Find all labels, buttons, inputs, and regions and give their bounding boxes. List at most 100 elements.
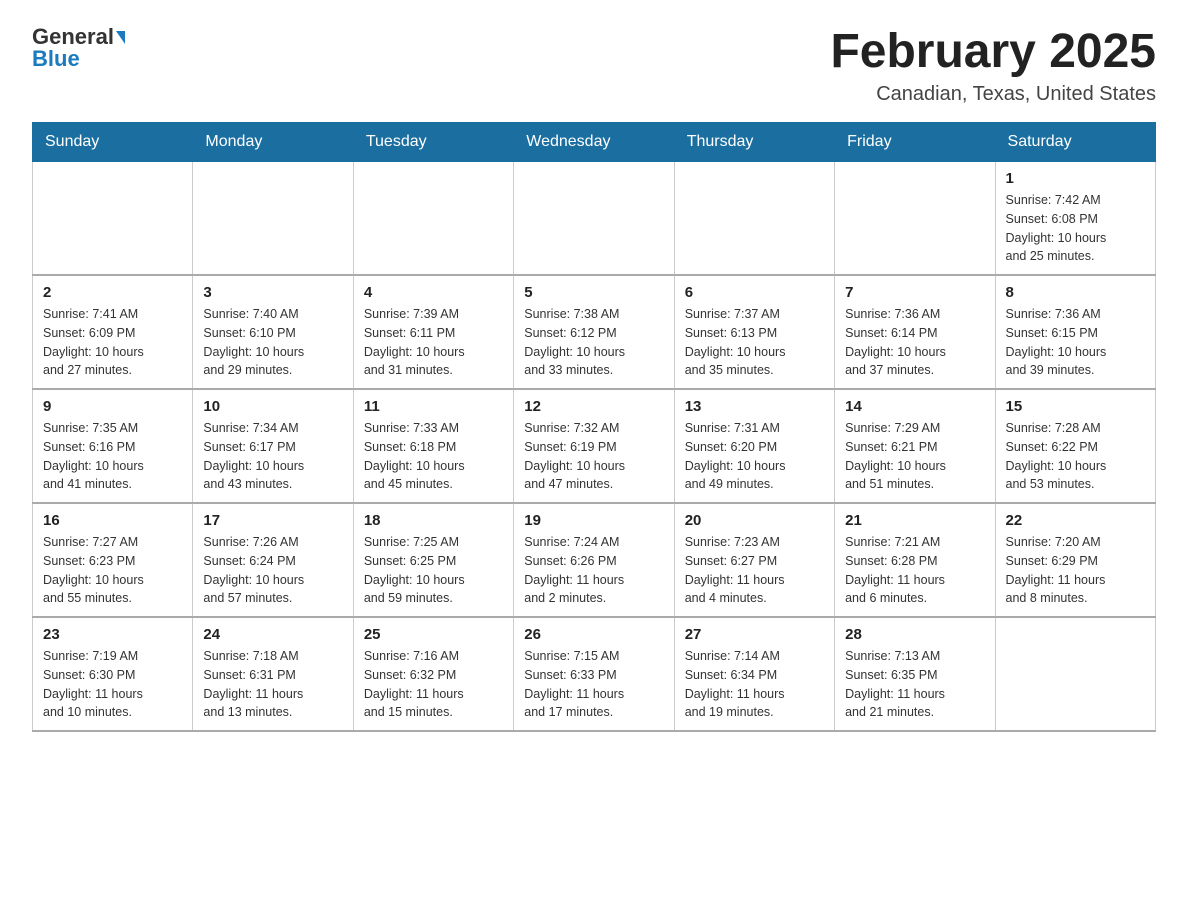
calendar-cell: 22 Sunrise: 7:20 AM Sunset: 6:29 PM Dayli… xyxy=(995,503,1155,617)
calendar-cell: 6 Sunrise: 7:37 AM Sunset: 6:13 PM Daylig… xyxy=(674,275,834,389)
day-number: 8 xyxy=(1006,284,1145,301)
day-info: Sunrise: 7:32 AM Sunset: 6:19 PM Dayligh… xyxy=(524,419,663,494)
logo: General Blue xyxy=(32,24,125,72)
day-info: Sunrise: 7:42 AM Sunset: 6:08 PM Dayligh… xyxy=(1006,191,1145,266)
calendar-cell: 26 Sunrise: 7:15 AM Sunset: 6:33 PM Dayli… xyxy=(514,617,674,731)
day-number: 7 xyxy=(845,284,984,301)
calendar-cell: 15 Sunrise: 7:28 AM Sunset: 6:22 PM Dayli… xyxy=(995,389,1155,503)
header-day-wednesday: Wednesday xyxy=(514,123,674,162)
day-info: Sunrise: 7:36 AM Sunset: 6:14 PM Dayligh… xyxy=(845,305,984,380)
calendar-cell: 16 Sunrise: 7:27 AM Sunset: 6:23 PM Dayli… xyxy=(33,503,193,617)
day-number: 27 xyxy=(685,626,824,643)
calendar-cell: 9 Sunrise: 7:35 AM Sunset: 6:16 PM Daylig… xyxy=(33,389,193,503)
calendar-cell xyxy=(995,617,1155,731)
day-info: Sunrise: 7:25 AM Sunset: 6:25 PM Dayligh… xyxy=(364,533,503,608)
header-day-thursday: Thursday xyxy=(674,123,834,162)
day-number: 26 xyxy=(524,626,663,643)
page-header: General Blue February 2025 Canadian, Tex… xyxy=(32,24,1156,106)
day-number: 25 xyxy=(364,626,503,643)
calendar-cell: 2 Sunrise: 7:41 AM Sunset: 6:09 PM Daylig… xyxy=(33,275,193,389)
day-info: Sunrise: 7:41 AM Sunset: 6:09 PM Dayligh… xyxy=(43,305,182,380)
calendar-cell: 28 Sunrise: 7:13 AM Sunset: 6:35 PM Dayli… xyxy=(835,617,995,731)
calendar-cell: 11Sunrise: 7:33 AM Sunset: 6:18 PM Dayli… xyxy=(353,389,513,503)
day-number: 14 xyxy=(845,398,984,415)
day-number: 23 xyxy=(43,626,182,643)
calendar-cell: 24Sunrise: 7:18 AM Sunset: 6:31 PM Dayli… xyxy=(193,617,353,731)
calendar-cell: 1 Sunrise: 7:42 AM Sunset: 6:08 PM Daylig… xyxy=(995,162,1155,276)
day-number: 15 xyxy=(1006,398,1145,415)
day-number: 10 xyxy=(203,398,342,415)
day-number: 22 xyxy=(1006,512,1145,529)
calendar-week-4: 16 Sunrise: 7:27 AM Sunset: 6:23 PM Dayli… xyxy=(33,503,1156,617)
day-number: 9 xyxy=(43,398,182,415)
day-number: 13 xyxy=(685,398,824,415)
calendar-cell: 3 Sunrise: 7:40 AM Sunset: 6:10 PM Daylig… xyxy=(193,275,353,389)
calendar-cell: 12Sunrise: 7:32 AM Sunset: 6:19 PM Dayli… xyxy=(514,389,674,503)
day-info: Sunrise: 7:38 AM Sunset: 6:12 PM Dayligh… xyxy=(524,305,663,380)
page-subtitle: Canadian, Texas, United States xyxy=(830,83,1156,106)
header-day-saturday: Saturday xyxy=(995,123,1155,162)
day-info: Sunrise: 7:35 AM Sunset: 6:16 PM Dayligh… xyxy=(43,419,182,494)
day-number: 16 xyxy=(43,512,182,529)
day-info: Sunrise: 7:19 AM Sunset: 6:30 PM Dayligh… xyxy=(43,647,182,722)
day-info: Sunrise: 7:26 AM Sunset: 6:24 PM Dayligh… xyxy=(203,533,342,608)
calendar-cell: 4 Sunrise: 7:39 AM Sunset: 6:11 PM Daylig… xyxy=(353,275,513,389)
day-number: 4 xyxy=(364,284,503,301)
calendar-cell: 21 Sunrise: 7:21 AM Sunset: 6:28 PM Dayli… xyxy=(835,503,995,617)
day-info: Sunrise: 7:20 AM Sunset: 6:29 PM Dayligh… xyxy=(1006,533,1145,608)
day-number: 21 xyxy=(845,512,984,529)
day-info: Sunrise: 7:34 AM Sunset: 6:17 PM Dayligh… xyxy=(203,419,342,494)
day-number: 3 xyxy=(203,284,342,301)
header-day-sunday: Sunday xyxy=(33,123,193,162)
day-number: 24 xyxy=(203,626,342,643)
day-number: 28 xyxy=(845,626,984,643)
header-day-monday: Monday xyxy=(193,123,353,162)
calendar-cell: 10 Sunrise: 7:34 AM Sunset: 6:17 PM Dayli… xyxy=(193,389,353,503)
calendar-table: SundayMondayTuesdayWednesdayThursdayFrid… xyxy=(32,122,1156,732)
calendar-cell: 14 Sunrise: 7:29 AM Sunset: 6:21 PM Dayli… xyxy=(835,389,995,503)
title-section: February 2025 Canadian, Texas, United St… xyxy=(830,24,1156,106)
day-number: 5 xyxy=(524,284,663,301)
day-info: Sunrise: 7:31 AM Sunset: 6:20 PM Dayligh… xyxy=(685,419,824,494)
calendar-cell: 18 Sunrise: 7:25 AM Sunset: 6:25 PM Dayli… xyxy=(353,503,513,617)
calendar-cell xyxy=(514,162,674,276)
calendar-week-1: 1 Sunrise: 7:42 AM Sunset: 6:08 PM Daylig… xyxy=(33,162,1156,276)
day-info: Sunrise: 7:21 AM Sunset: 6:28 PM Dayligh… xyxy=(845,533,984,608)
day-number: 17 xyxy=(203,512,342,529)
calendar-cell: 13 Sunrise: 7:31 AM Sunset: 6:20 PM Dayli… xyxy=(674,389,834,503)
calendar-cell xyxy=(674,162,834,276)
calendar-cell xyxy=(835,162,995,276)
day-number: 20 xyxy=(685,512,824,529)
calendar-cell xyxy=(193,162,353,276)
day-number: 19 xyxy=(524,512,663,529)
calendar-cell: 17 Sunrise: 7:26 AM Sunset: 6:24 PM Dayli… xyxy=(193,503,353,617)
calendar-cell: 8Sunrise: 7:36 AM Sunset: 6:15 PM Daylig… xyxy=(995,275,1155,389)
header-day-tuesday: Tuesday xyxy=(353,123,513,162)
day-info: Sunrise: 7:15 AM Sunset: 6:33 PM Dayligh… xyxy=(524,647,663,722)
day-number: 2 xyxy=(43,284,182,301)
calendar-cell: 20Sunrise: 7:23 AM Sunset: 6:27 PM Dayli… xyxy=(674,503,834,617)
day-number: 6 xyxy=(685,284,824,301)
calendar-cell: 23 Sunrise: 7:19 AM Sunset: 6:30 PM Dayli… xyxy=(33,617,193,731)
day-info: Sunrise: 7:27 AM Sunset: 6:23 PM Dayligh… xyxy=(43,533,182,608)
day-info: Sunrise: 7:13 AM Sunset: 6:35 PM Dayligh… xyxy=(845,647,984,722)
day-info: Sunrise: 7:28 AM Sunset: 6:22 PM Dayligh… xyxy=(1006,419,1145,494)
calendar-cell: 27 Sunrise: 7:14 AM Sunset: 6:34 PM Dayli… xyxy=(674,617,834,731)
calendar-cell: 19 Sunrise: 7:24 AM Sunset: 6:26 PM Dayli… xyxy=(514,503,674,617)
calendar-cell: 25Sunrise: 7:16 AM Sunset: 6:32 PM Dayli… xyxy=(353,617,513,731)
calendar-cell: 7 Sunrise: 7:36 AM Sunset: 6:14 PM Daylig… xyxy=(835,275,995,389)
page-title: February 2025 xyxy=(830,24,1156,79)
day-number: 18 xyxy=(364,512,503,529)
day-info: Sunrise: 7:40 AM Sunset: 6:10 PM Dayligh… xyxy=(203,305,342,380)
calendar-week-5: 23 Sunrise: 7:19 AM Sunset: 6:30 PM Dayli… xyxy=(33,617,1156,731)
day-info: Sunrise: 7:37 AM Sunset: 6:13 PM Dayligh… xyxy=(685,305,824,380)
day-info: Sunrise: 7:14 AM Sunset: 6:34 PM Dayligh… xyxy=(685,647,824,722)
day-info: Sunrise: 7:29 AM Sunset: 6:21 PM Dayligh… xyxy=(845,419,984,494)
day-number: 1 xyxy=(1006,170,1145,187)
day-info: Sunrise: 7:39 AM Sunset: 6:11 PM Dayligh… xyxy=(364,305,503,380)
calendar-cell xyxy=(33,162,193,276)
calendar-week-3: 9 Sunrise: 7:35 AM Sunset: 6:16 PM Daylig… xyxy=(33,389,1156,503)
header-day-friday: Friday xyxy=(835,123,995,162)
day-info: Sunrise: 7:24 AM Sunset: 6:26 PM Dayligh… xyxy=(524,533,663,608)
day-info: Sunrise: 7:33 AM Sunset: 6:18 PM Dayligh… xyxy=(364,419,503,494)
